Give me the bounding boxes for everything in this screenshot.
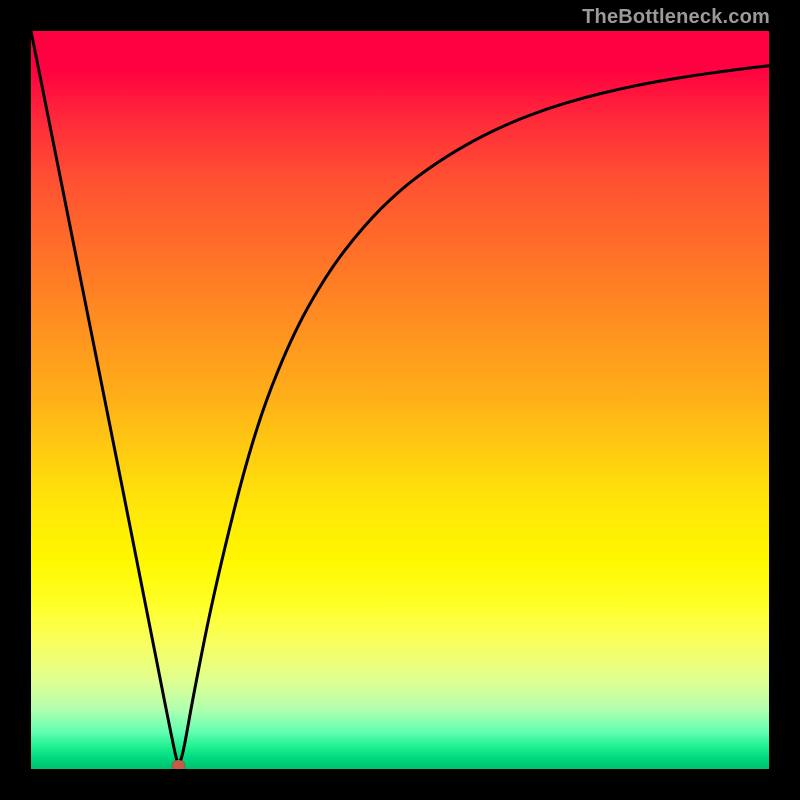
bottleneck-curve [31, 31, 769, 763]
chart-container: TheBottleneck.com [0, 0, 800, 800]
curve-layer [31, 31, 769, 769]
optimal-point-marker [172, 760, 185, 769]
watermark-text: TheBottleneck.com [582, 6, 770, 29]
plot-area [31, 31, 769, 769]
